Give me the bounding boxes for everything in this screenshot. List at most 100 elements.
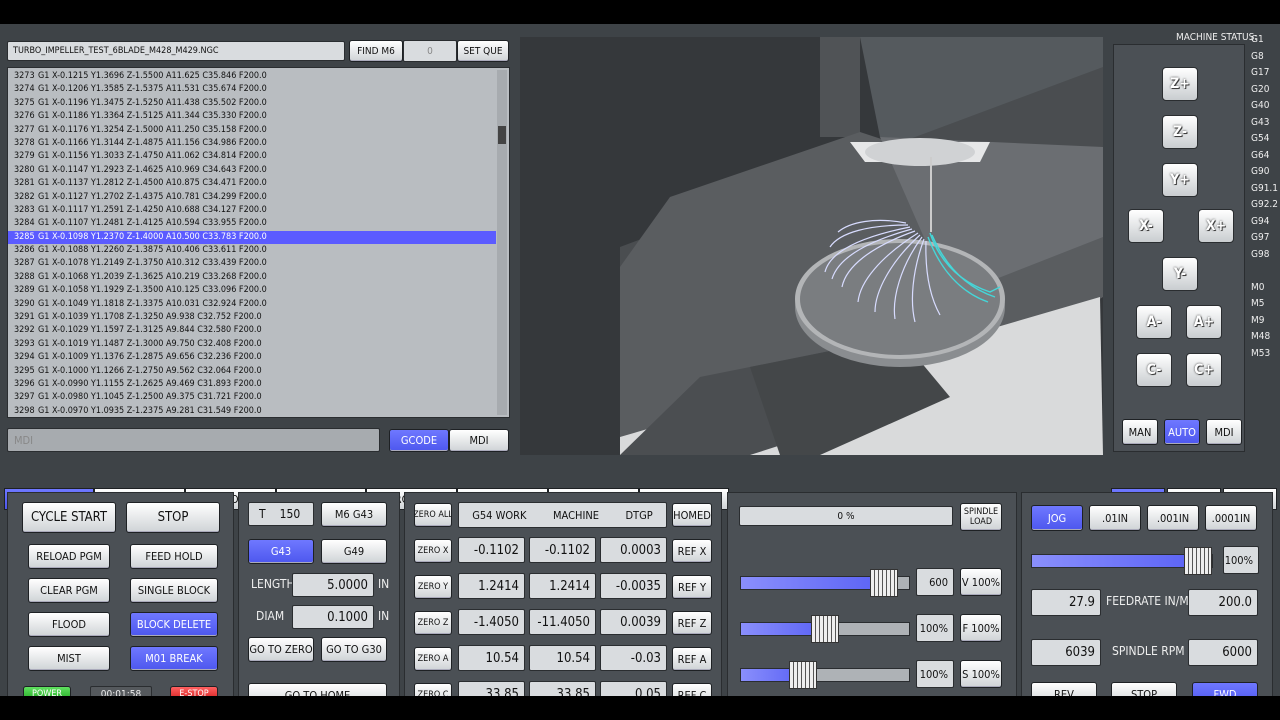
- gcode-line[interactable]: 3280 G1 X-0.1147 Y1.2923 Z-1.4625 A10.969…: [8, 164, 496, 177]
- zero-x-button[interactable]: ZERO X: [414, 539, 452, 563]
- g43-button[interactable]: G43: [248, 539, 314, 564]
- homed-button[interactable]: HOMED: [672, 503, 712, 527]
- gcode-listing[interactable]: 3273 G1 X-0.1215 Y1.3696 Z-1.5500 A11.625…: [7, 67, 510, 418]
- ref-a-button[interactable]: REF A: [672, 647, 712, 671]
- jog-z-minus-button[interactable]: Z-: [1162, 115, 1198, 149]
- flood-button[interactable]: FLOOD: [28, 612, 110, 637]
- mist-button[interactable]: MIST: [28, 646, 110, 671]
- gcode-line[interactable]: 3291 G1 X-0.1039 Y1.1708 Z-1.3250 A9.938 …: [8, 311, 496, 324]
- gcode-line[interactable]: 3283 G1 X-0.1117 Y1.2591 Z-1.4250 A10.688…: [8, 204, 496, 217]
- block-delete-button[interactable]: BLOCK DELETE: [130, 612, 218, 637]
- gcode-line[interactable]: 3289 G1 X-0.1058 Y1.1929 Z-1.3500 A10.125…: [8, 284, 496, 297]
- gcode-line[interactable]: 3287 G1 X-0.1078 Y1.2149 Z-1.3750 A10.312…: [8, 257, 496, 270]
- mdi-tab-button[interactable]: MDI: [449, 429, 509, 452]
- zero-z-button[interactable]: ZERO Z: [414, 611, 452, 635]
- gcode-line[interactable]: 3286 G1 X-0.1088 Y1.2260 Z-1.3875 A10.406…: [8, 244, 496, 257]
- override-slider[interactable]: [740, 569, 910, 597]
- zero-a-button[interactable]: ZERO A: [414, 647, 452, 671]
- jog-x-plus-button[interactable]: X+: [1198, 209, 1234, 243]
- spindle-stop-button[interactable]: STOP: [1111, 682, 1177, 696]
- gcode-line[interactable]: 3292 G1 X-0.1029 Y1.1597 Z-1.3125 A9.844 …: [8, 324, 496, 337]
- feed-hold-button[interactable]: FEED HOLD: [130, 544, 218, 569]
- override-thumb[interactable]: [869, 569, 898, 597]
- gcode-line[interactable]: 3275 G1 X-0.1196 Y1.3475 Z-1.5250 A11.438…: [8, 97, 496, 110]
- set-que-button[interactable]: SET QUE: [457, 40, 509, 62]
- jog-step-button[interactable]: .001IN: [1147, 505, 1199, 531]
- jog-mode-button[interactable]: JOG: [1031, 505, 1083, 531]
- gcode-line[interactable]: 3296 G1 X-0.0990 Y1.1155 Z-1.2625 A9.469 …: [8, 378, 496, 391]
- 3d-viewport[interactable]: [520, 37, 1103, 455]
- zero-c-button[interactable]: ZERO C: [414, 683, 452, 696]
- gcode-line[interactable]: 3290 G1 X-0.1049 Y1.1818 Z-1.3375 A10.031…: [8, 298, 496, 311]
- spindle-load-button[interactable]: SPINDLE LOAD: [960, 503, 1002, 531]
- gcode-line[interactable]: 3295 G1 X-0.1000 Y1.1266 Z-1.2750 A9.562 …: [8, 365, 496, 378]
- single-block-button[interactable]: SINGLE BLOCK: [130, 578, 218, 603]
- spindle-forward-button[interactable]: FWD: [1192, 682, 1258, 696]
- mode-mdi-button[interactable]: MDI: [1206, 419, 1242, 445]
- jog-rate-slider[interactable]: [1031, 547, 1213, 575]
- gcode-line[interactable]: 3285 G1 X-0.1098 Y1.2370 Z-1.4000 A10.500…: [8, 230, 496, 245]
- gcode-scrollbar[interactable]: [497, 70, 507, 415]
- gcode-line[interactable]: 3276 G1 X-0.1186 Y1.3364 Z-1.5125 A11.344…: [8, 110, 496, 123]
- stop-button[interactable]: STOP: [126, 502, 220, 533]
- gcode-line[interactable]: 3293 G1 X-0.1019 Y1.1487 Z-1.3000 A9.750 …: [8, 338, 496, 351]
- g49-button[interactable]: G49: [321, 539, 387, 564]
- ref-c-button[interactable]: REF C: [672, 683, 712, 696]
- ref-x-button[interactable]: REF X: [672, 539, 712, 563]
- gcode-line[interactable]: 3273 G1 X-0.1215 Y1.3696 Z-1.5500 A11.625…: [8, 70, 496, 83]
- jog-c-minus-button[interactable]: C-: [1136, 353, 1172, 387]
- jog-rate-thumb[interactable]: [1183, 547, 1212, 575]
- mdi-input[interactable]: MDI: [7, 428, 380, 452]
- gcode-line[interactable]: 3278 G1 X-0.1166 Y1.3144 Z-1.4875 A11.156…: [8, 137, 496, 150]
- gcode-line[interactable]: 3284 G1 X-0.1107 Y1.2481 Z-1.4125 A10.594…: [8, 217, 496, 230]
- go-to-zero-button[interactable]: GO TO ZERO: [248, 637, 314, 662]
- override-reset-button[interactable]: S 100%: [960, 660, 1002, 688]
- ref-z-button[interactable]: REF Z: [672, 611, 712, 635]
- gcode-line[interactable]: 3297 G1 X-0.0980 Y1.1045 Z-1.2500 A9.375 …: [8, 391, 496, 404]
- gcode-line[interactable]: 3279 G1 X-0.1156 Y1.3033 Z-1.4750 A11.062…: [8, 150, 496, 163]
- gcode-line[interactable]: 3288 G1 X-0.1068 Y1.2039 Z-1.3625 A10.219…: [8, 271, 496, 284]
- gcode-line[interactable]: 3294 G1 X-0.1009 Y1.1376 Z-1.2875 A9.656 …: [8, 351, 496, 364]
- zero-all-button[interactable]: ZERO ALL: [414, 503, 452, 527]
- m01-break-button[interactable]: M01 BREAK: [130, 646, 218, 671]
- gcode-tab-button[interactable]: GCODE: [389, 429, 449, 452]
- jog-y-plus-button[interactable]: Y+: [1162, 163, 1198, 197]
- override-slider[interactable]: [740, 661, 910, 689]
- jog-c-plus-button[interactable]: C+: [1186, 353, 1222, 387]
- go-to-g30-button[interactable]: GO TO G30: [321, 637, 387, 662]
- gcode-line[interactable]: 3282 G1 X-0.1127 Y1.2702 Z-1.4375 A10.781…: [8, 191, 496, 204]
- gcode-scroll-thumb[interactable]: [498, 126, 506, 144]
- mode-auto-button[interactable]: AUTO: [1164, 419, 1200, 445]
- jog-z-plus-button[interactable]: Z+: [1162, 67, 1198, 101]
- jog-y-minus-button[interactable]: Y-: [1162, 257, 1198, 291]
- jog-step-button[interactable]: .0001IN: [1205, 505, 1257, 531]
- mode-man-button[interactable]: MAN: [1122, 419, 1158, 445]
- cycle-start-button[interactable]: CYCLE START: [22, 502, 116, 533]
- power-button[interactable]: POWER: [23, 686, 71, 696]
- file-name-display: TURBO_IMPELLER_TEST_6BLADE_M428_M429.NGC: [7, 41, 345, 61]
- find-m6-button[interactable]: FIND M6: [349, 40, 403, 62]
- tool-number-field[interactable]: T 150: [248, 502, 314, 526]
- estop-button[interactable]: E-STOP: [170, 686, 218, 696]
- ref-y-button[interactable]: REF Y: [672, 575, 712, 599]
- jog-a-minus-button[interactable]: A-: [1136, 305, 1172, 339]
- override-reset-button[interactable]: F 100%: [960, 614, 1002, 642]
- spindle-reverse-button[interactable]: REV: [1031, 682, 1097, 696]
- gcode-line[interactable]: 3298 G1 X-0.0970 Y1.0935 Z-1.2375 A9.281 …: [8, 405, 496, 417]
- gcode-line[interactable]: 3277 G1 X-0.1176 Y1.3254 Z-1.5000 A11.250…: [8, 124, 496, 137]
- go-to-home-button[interactable]: GO TO HOME: [248, 683, 387, 696]
- jog-x-minus-button[interactable]: X-: [1128, 209, 1164, 243]
- jog-a-plus-button[interactable]: A+: [1186, 305, 1222, 339]
- jog-step-button[interactable]: .01IN: [1089, 505, 1141, 531]
- reload-program-button[interactable]: RELOAD PGM: [28, 544, 110, 569]
- override-reset-button[interactable]: V 100%: [960, 568, 1002, 596]
- override-thumb[interactable]: [789, 661, 818, 689]
- zero-y-button[interactable]: ZERO Y: [414, 575, 452, 599]
- override-thumb[interactable]: [811, 615, 839, 643]
- clear-program-button[interactable]: CLEAR PGM: [28, 578, 110, 603]
- gcode-line[interactable]: 3274 G1 X-0.1206 Y1.3585 Z-1.5375 A11.531…: [8, 83, 496, 96]
- m6-g43-button[interactable]: M6 G43: [321, 502, 387, 527]
- override-slider[interactable]: [740, 615, 910, 643]
- find-m6-value[interactable]: 0: [403, 40, 457, 62]
- gcode-line[interactable]: 3281 G1 X-0.1137 Y1.2812 Z-1.4500 A10.875…: [8, 177, 496, 190]
